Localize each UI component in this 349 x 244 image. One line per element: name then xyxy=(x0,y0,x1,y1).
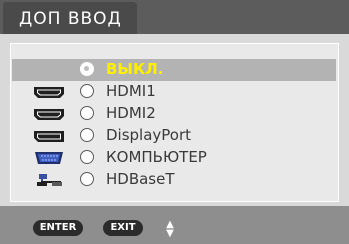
hdmi-icon xyxy=(34,109,64,120)
option-hdbaset[interactable]: HDBaseT xyxy=(12,169,336,191)
radio-button[interactable] xyxy=(80,172,94,186)
option-off[interactable]: ВЫКЛ. xyxy=(12,59,336,81)
footer-bar: ENTER EXIT ▲ ▼ xyxy=(0,206,349,244)
option-label: КОМПЬЮТЕР xyxy=(106,148,207,166)
title-tab: ДОП ВВОД xyxy=(3,2,137,34)
network-icon xyxy=(37,174,62,186)
option-label: HDMI2 xyxy=(106,104,156,122)
option-label: HDMI1 xyxy=(106,82,156,100)
option-label: DisplayPort xyxy=(106,126,192,144)
option-computer[interactable]: КОМПЬЮТЕР xyxy=(12,147,336,169)
dialog-title: ДОП ВВОД xyxy=(19,9,122,29)
option-hdmi1[interactable]: HDMI1 xyxy=(12,81,336,103)
radio-selected[interactable] xyxy=(80,62,94,76)
enter-button[interactable]: ENTER xyxy=(33,220,83,236)
aux-input-dialog: ДОП ВВОД ВЫКЛ. HDMI1 HDMI2 DisplayPort К… xyxy=(0,0,349,244)
exit-button[interactable]: EXIT xyxy=(103,220,143,236)
option-label: ВЫКЛ. xyxy=(106,60,164,78)
option-hdmi2[interactable]: HDMI2 xyxy=(12,103,336,125)
radio-button[interactable] xyxy=(80,150,94,164)
vga-icon xyxy=(35,152,63,164)
up-down-arrows-icon: ▲ ▼ xyxy=(166,219,174,239)
radio-button[interactable] xyxy=(80,128,94,142)
displayport-icon xyxy=(34,131,64,142)
radio-button[interactable] xyxy=(80,106,94,120)
title-bar: ДОП ВВОД xyxy=(0,0,349,34)
option-displayport[interactable]: DisplayPort xyxy=(12,125,336,147)
option-label: HDBaseT xyxy=(106,170,175,188)
hdmi-icon xyxy=(34,87,64,98)
radio-button[interactable] xyxy=(80,84,94,98)
